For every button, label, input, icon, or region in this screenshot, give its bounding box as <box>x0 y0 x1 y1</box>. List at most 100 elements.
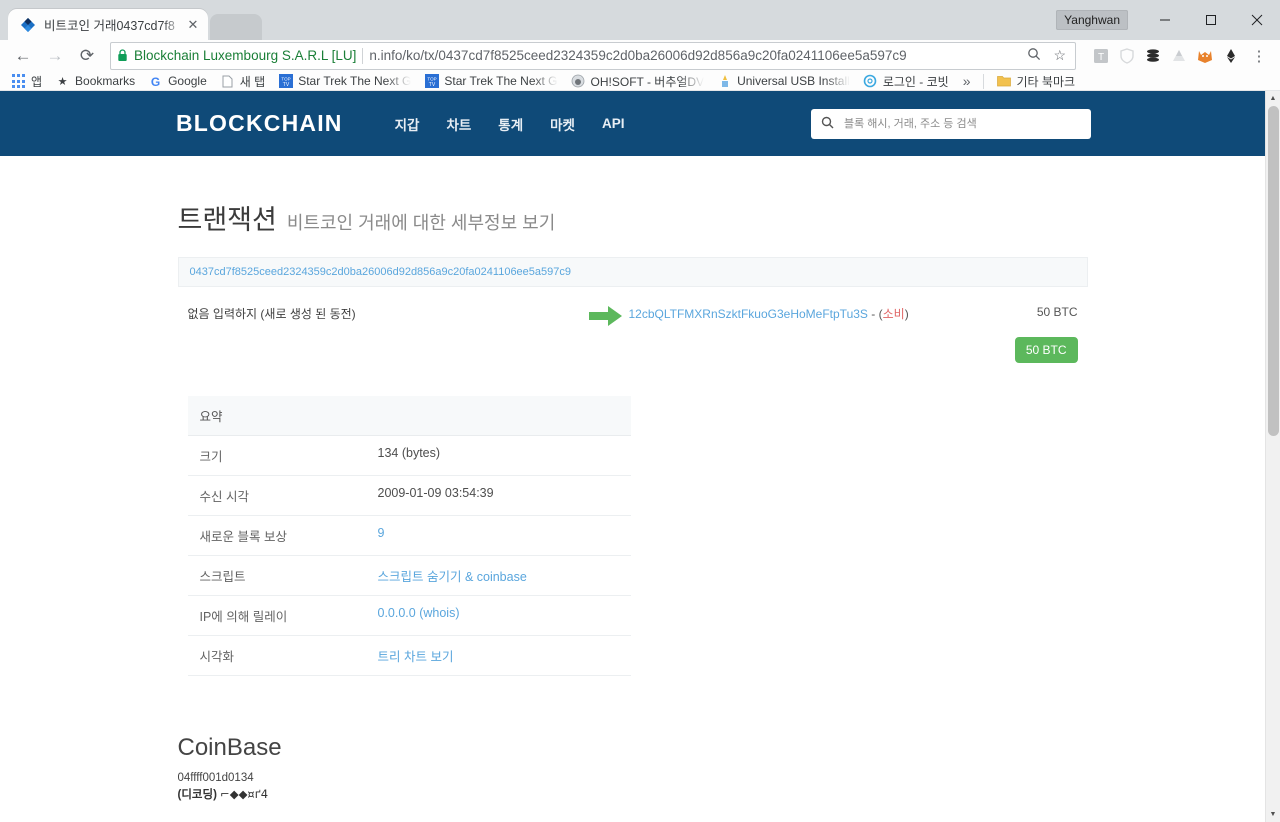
page-viewport: BLOCKCHAIN 지갑 차트 통계 마켓 API 블록 해시, 거래, 주소… <box>0 91 1280 822</box>
database-extension-icon[interactable] <box>1142 45 1164 67</box>
fox-extension-icon[interactable] <box>1194 45 1216 67</box>
page-icon <box>220 74 235 89</box>
table-row: 스크립트 스크립트 숨기기 & coinbase <box>187 555 631 597</box>
summary-key: 수신 시각 <box>187 475 366 517</box>
other-bookmarks-folder[interactable]: 기타 북마크 <box>991 72 1080 90</box>
apps-shortcut[interactable]: 앱 <box>6 72 47 90</box>
apps-grid-icon <box>11 73 26 89</box>
output-spent-status[interactable]: 소비 <box>883 307 905 321</box>
blockchain-diamond-icon <box>20 17 36 33</box>
tree-chart-link[interactable]: 트리 차트 보기 <box>378 650 454 664</box>
nav-item-markets[interactable]: 마켓 <box>550 114 575 134</box>
coinbase-decoded: (디코딩) ⌐◆◆¤ґ4 <box>178 786 1088 802</box>
toptv-icon: TOP TV <box>278 74 293 89</box>
bookmarks-overflow-button[interactable]: » <box>957 73 977 89</box>
bookmark-label: OH!SOFT - 버추얼DV <box>590 74 705 89</box>
bookmark-label: Google <box>168 74 207 89</box>
translate-extension-icon[interactable]: T <box>1090 45 1112 67</box>
omnibox-divider <box>362 47 364 64</box>
window-controls: Yanghwan <box>1056 0 1280 40</box>
url-text: n.info/ko/tx/0437cd7f8525ceed2324359c2d0… <box>369 48 907 64</box>
korbit-icon <box>863 74 878 89</box>
extension-icons: T ⋮ <box>1084 43 1272 69</box>
site-search-box[interactable] <box>811 108 1091 139</box>
star-icon: ★ <box>57 75 68 88</box>
browser-toolbar: ← → ⟳ Blockchain Luxembourg S.A.R.L [LU]… <box>0 40 1280 72</box>
window-maximize-button[interactable] <box>1188 0 1234 40</box>
ethereum-extension-icon[interactable] <box>1220 45 1242 67</box>
blockchain-logo[interactable]: BLOCKCHAIN <box>176 110 343 137</box>
search-in-page-icon[interactable] <box>1024 47 1044 64</box>
tab-close-icon[interactable]: ✕ <box>184 16 202 34</box>
scrollbar-thumb[interactable] <box>1267 106 1279 437</box>
bookmark-label: Bookmarks <box>75 74 136 89</box>
scroll-up-arrow-icon[interactable]: ▲ <box>1266 91 1280 106</box>
bookmark-item-korbit[interactable]: 로그인 - 코빗 <box>858 72 954 90</box>
scrollbar-track[interactable] <box>1266 106 1280 807</box>
reload-icon[interactable]: ⟳ <box>72 41 102 71</box>
bookmark-item-google[interactable]: G Google <box>143 72 212 90</box>
nav-item-wallet[interactable]: 지갑 <box>395 114 420 134</box>
table-row: 크기 134 (bytes) <box>187 435 631 477</box>
back-icon[interactable]: ← <box>8 41 38 71</box>
table-row: 수신 시각 2009-01-09 03:54:39 <box>187 475 631 517</box>
summary-header: 요약 <box>187 396 631 437</box>
summary-value: 2009-01-09 03:54:39 <box>365 475 631 517</box>
relay-ip-link[interactable]: 0.0.0.0 (whois) <box>378 606 460 620</box>
bookmark-item-ohsoft[interactable]: OH!SOFT - 버추얼DV <box>566 72 710 90</box>
table-row: 새로운 블록 보상 9 <box>187 515 631 557</box>
folder-icon <box>996 74 1011 89</box>
summary-value: 134 (bytes) <box>365 435 631 477</box>
bookmark-item-usb-installer[interactable]: Universal USB Install <box>712 72 855 90</box>
new-tab-button[interactable] <box>210 14 262 40</box>
output-address-link[interactable]: 12cbQLTFMXRnSzktFkuoG3eHoMeFtpTu3S <box>629 307 868 321</box>
bookmark-star-icon[interactable]: ☆ <box>1050 47 1069 64</box>
bookmark-label: 로그인 - 코빗 <box>882 74 949 89</box>
svg-text:G: G <box>151 75 160 88</box>
svg-text:TV: TV <box>429 82 436 88</box>
apps-label: 앱 <box>31 74 43 89</box>
table-row: IP에 의해 릴레이 0.0.0.0 (whois) <box>187 595 631 637</box>
coinbase-heading: CoinBase <box>177 734 282 762</box>
window-close-button[interactable] <box>1234 0 1280 40</box>
site-search-input[interactable] <box>842 116 1081 131</box>
bookmark-item-bookmarks[interactable]: ★ Bookmarks <box>50 72 140 90</box>
page-title-subtitle: 비트코인 거래에 대한 세부정보 보기 <box>286 213 556 234</box>
bookmark-label: Universal USB Install <box>737 74 850 89</box>
output-spent-close: ) <box>904 307 909 322</box>
output-amount: 50 BTC <box>1036 305 1078 320</box>
summary-value: 0.0.0.0 (whois) <box>365 595 631 637</box>
total-amount-badge[interactable]: 50 BTC <box>1014 337 1078 364</box>
tab-title: 비트코인 거래0437cd7f8 <box>44 19 175 33</box>
window-minimize-button[interactable] <box>1142 0 1188 40</box>
search-icon <box>821 116 834 132</box>
summary-value: 트리 차트 보기 <box>365 635 631 677</box>
script-toggle-link[interactable]: 스크립트 숨기기 & coinbase <box>378 570 527 584</box>
forward-icon[interactable]: → <box>40 41 70 71</box>
toptv-icon: TOP TV <box>424 74 439 89</box>
transaction-inputs: 없음 입력하지 (새로 생성 된 동전) <box>187 307 356 322</box>
shield-extension-icon[interactable] <box>1116 45 1138 67</box>
bookmark-item-startrek-1[interactable]: TOP TV Star Trek The Next G <box>273 72 416 90</box>
summary-key: 스크립트 <box>187 555 366 597</box>
browser-window: 비트코인 거래0437cd7f8 ✕ Yanghwan ← → ⟳ Blockc… <box>0 0 1280 822</box>
bookmark-item-newtab[interactable]: 새 탭 <box>215 72 270 90</box>
google-g-icon: G <box>148 74 163 89</box>
page-scrollbar[interactable]: ▲ ▼ <box>1265 91 1280 822</box>
nav-item-api[interactable]: API <box>602 116 625 131</box>
bookmark-label: Star Trek The Next G <box>444 74 558 89</box>
user-profile-chip[interactable]: Yanghwan <box>1056 10 1128 30</box>
browser-menu-icon[interactable]: ⋮ <box>1246 43 1272 69</box>
address-bar[interactable]: Blockchain Luxembourg S.A.R.L [LU] n.inf… <box>110 41 1076 70</box>
transaction-hash-bar[interactable]: 0437cd7f8525ceed2324359c2d0ba26006d92d85… <box>177 257 1088 288</box>
other-bookmarks-label: 기타 북마크 <box>1016 74 1076 89</box>
bookmark-item-startrek-2[interactable]: TOP TV Star Trek The Next G <box>419 72 562 90</box>
summary-key: 크기 <box>187 435 366 477</box>
scroll-down-arrow-icon[interactable]: ▼ <box>1266 807 1280 822</box>
nav-item-charts[interactable]: 차트 <box>446 114 471 134</box>
block-reward-link[interactable]: 9 <box>378 526 385 540</box>
drive-extension-icon[interactable] <box>1168 45 1190 67</box>
browser-tab-active[interactable]: 비트코인 거래0437cd7f8 ✕ <box>8 9 208 40</box>
nav-item-stats[interactable]: 통계 <box>498 114 523 134</box>
site-header: BLOCKCHAIN 지갑 차트 통계 마켓 API <box>0 91 1265 157</box>
